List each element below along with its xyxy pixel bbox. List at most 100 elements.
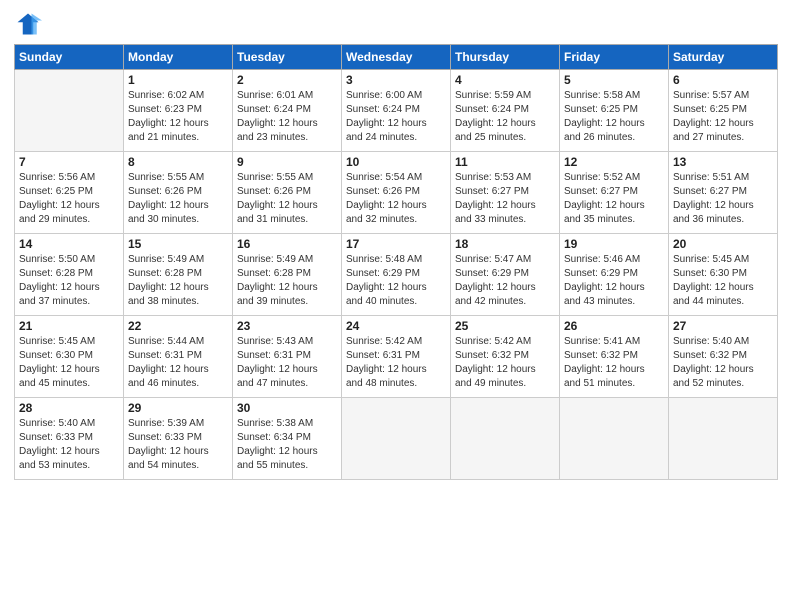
calendar-cell: 25 Sunrise: 5:42 AM Sunset: 6:32 PM Dayli…: [451, 316, 560, 398]
week-row-3: 14 Sunrise: 5:50 AM Sunset: 6:28 PM Dayli…: [15, 234, 778, 316]
day-info: Sunrise: 5:49 AM Sunset: 6:28 PM Dayligh…: [237, 253, 337, 309]
day-info: Sunrise: 5:47 AM Sunset: 6:29 PM Dayligh…: [455, 253, 555, 309]
week-row-5: 28 Sunrise: 5:40 AM Sunset: 6:33 PM Dayli…: [15, 398, 778, 480]
day-info: Sunrise: 6:01 AM Sunset: 6:24 PM Dayligh…: [237, 89, 337, 145]
day-info: Sunrise: 5:50 AM Sunset: 6:28 PM Dayligh…: [19, 253, 119, 309]
calendar-header-row: SundayMondayTuesdayWednesdayThursdayFrid…: [15, 45, 778, 70]
day-info: Sunrise: 5:51 AM Sunset: 6:27 PM Dayligh…: [673, 171, 773, 227]
day-number: 1: [128, 73, 228, 87]
day-number: 16: [237, 237, 337, 251]
calendar-cell: 5 Sunrise: 5:58 AM Sunset: 6:25 PM Daylig…: [560, 70, 669, 152]
day-info: Sunrise: 5:42 AM Sunset: 6:32 PM Dayligh…: [455, 335, 555, 391]
day-number: 25: [455, 319, 555, 333]
calendar-cell: 16 Sunrise: 5:49 AM Sunset: 6:28 PM Dayli…: [233, 234, 342, 316]
day-number: 22: [128, 319, 228, 333]
day-info: Sunrise: 5:48 AM Sunset: 6:29 PM Dayligh…: [346, 253, 446, 309]
calendar-cell: 12 Sunrise: 5:52 AM Sunset: 6:27 PM Dayli…: [560, 152, 669, 234]
day-number: 27: [673, 319, 773, 333]
calendar-cell: 30 Sunrise: 5:38 AM Sunset: 6:34 PM Dayli…: [233, 398, 342, 480]
day-header-monday: Monday: [124, 45, 233, 70]
day-number: 7: [19, 155, 119, 169]
day-info: Sunrise: 5:45 AM Sunset: 6:30 PM Dayligh…: [19, 335, 119, 391]
day-info: Sunrise: 5:46 AM Sunset: 6:29 PM Dayligh…: [564, 253, 664, 309]
calendar-cell: 20 Sunrise: 5:45 AM Sunset: 6:30 PM Dayli…: [669, 234, 778, 316]
day-info: Sunrise: 5:49 AM Sunset: 6:28 PM Dayligh…: [128, 253, 228, 309]
calendar-cell: 15 Sunrise: 5:49 AM Sunset: 6:28 PM Dayli…: [124, 234, 233, 316]
day-info: Sunrise: 5:40 AM Sunset: 6:32 PM Dayligh…: [673, 335, 773, 391]
day-info: Sunrise: 5:55 AM Sunset: 6:26 PM Dayligh…: [128, 171, 228, 227]
week-row-4: 21 Sunrise: 5:45 AM Sunset: 6:30 PM Dayli…: [15, 316, 778, 398]
day-header-saturday: Saturday: [669, 45, 778, 70]
calendar-cell: 9 Sunrise: 5:55 AM Sunset: 6:26 PM Daylig…: [233, 152, 342, 234]
calendar-cell: 10 Sunrise: 5:54 AM Sunset: 6:26 PM Dayli…: [342, 152, 451, 234]
calendar-cell: 19Sunrise: 5:46 AM Sunset: 6:29 PM Dayli…: [560, 234, 669, 316]
day-info: Sunrise: 6:02 AM Sunset: 6:23 PM Dayligh…: [128, 89, 228, 145]
day-number: 18: [455, 237, 555, 251]
calendar-cell: 2Sunrise: 6:01 AM Sunset: 6:24 PM Daylig…: [233, 70, 342, 152]
calendar-cell: 27 Sunrise: 5:40 AM Sunset: 6:32 PM Dayli…: [669, 316, 778, 398]
day-number: 28: [19, 401, 119, 415]
day-header-wednesday: Wednesday: [342, 45, 451, 70]
calendar-cell: 3Sunrise: 6:00 AM Sunset: 6:24 PM Daylig…: [342, 70, 451, 152]
calendar-cell: 18 Sunrise: 5:47 AM Sunset: 6:29 PM Dayli…: [451, 234, 560, 316]
week-row-2: 7 Sunrise: 5:56 AM Sunset: 6:25 PM Daylig…: [15, 152, 778, 234]
day-number: 23: [237, 319, 337, 333]
day-number: 12: [564, 155, 664, 169]
day-info: Sunrise: 5:45 AM Sunset: 6:30 PM Dayligh…: [673, 253, 773, 309]
day-info: Sunrise: 5:44 AM Sunset: 6:31 PM Dayligh…: [128, 335, 228, 391]
day-number: 11: [455, 155, 555, 169]
day-info: Sunrise: 5:56 AM Sunset: 6:25 PM Dayligh…: [19, 171, 119, 227]
calendar-cell: 23 Sunrise: 5:43 AM Sunset: 6:31 PM Dayli…: [233, 316, 342, 398]
day-info: Sunrise: 5:55 AM Sunset: 6:26 PM Dayligh…: [237, 171, 337, 227]
day-info: Sunrise: 5:54 AM Sunset: 6:26 PM Dayligh…: [346, 171, 446, 227]
week-row-1: 1 Sunrise: 6:02 AM Sunset: 6:23 PM Daylig…: [15, 70, 778, 152]
day-info: Sunrise: 6:00 AM Sunset: 6:24 PM Dayligh…: [346, 89, 446, 145]
day-number: 21: [19, 319, 119, 333]
calendar-cell: [342, 398, 451, 480]
day-info: Sunrise: 5:40 AM Sunset: 6:33 PM Dayligh…: [19, 417, 119, 473]
calendar-cell: 17 Sunrise: 5:48 AM Sunset: 6:29 PM Dayli…: [342, 234, 451, 316]
calendar-cell: 21 Sunrise: 5:45 AM Sunset: 6:30 PM Dayli…: [15, 316, 124, 398]
day-info: Sunrise: 5:59 AM Sunset: 6:24 PM Dayligh…: [455, 89, 555, 145]
day-number: 5: [564, 73, 664, 87]
day-header-tuesday: Tuesday: [233, 45, 342, 70]
calendar-cell: 14 Sunrise: 5:50 AM Sunset: 6:28 PM Dayli…: [15, 234, 124, 316]
day-number: 13: [673, 155, 773, 169]
day-number: 6: [673, 73, 773, 87]
calendar-cell: [669, 398, 778, 480]
calendar-cell: 24Sunrise: 5:42 AM Sunset: 6:31 PM Dayli…: [342, 316, 451, 398]
day-info: Sunrise: 5:58 AM Sunset: 6:25 PM Dayligh…: [564, 89, 664, 145]
day-number: 15: [128, 237, 228, 251]
calendar-cell: [560, 398, 669, 480]
day-number: 10: [346, 155, 446, 169]
day-info: Sunrise: 5:57 AM Sunset: 6:25 PM Dayligh…: [673, 89, 773, 145]
calendar-cell: 28 Sunrise: 5:40 AM Sunset: 6:33 PM Dayli…: [15, 398, 124, 480]
day-header-friday: Friday: [560, 45, 669, 70]
day-number: 17: [346, 237, 446, 251]
calendar-cell: 4 Sunrise: 5:59 AM Sunset: 6:24 PM Daylig…: [451, 70, 560, 152]
day-number: 4: [455, 73, 555, 87]
day-header-sunday: Sunday: [15, 45, 124, 70]
calendar-cell: 11 Sunrise: 5:53 AM Sunset: 6:27 PM Dayli…: [451, 152, 560, 234]
day-number: 9: [237, 155, 337, 169]
page: SundayMondayTuesdayWednesdayThursdayFrid…: [0, 0, 792, 612]
logo: [14, 10, 46, 38]
day-number: 8: [128, 155, 228, 169]
day-info: Sunrise: 5:52 AM Sunset: 6:27 PM Dayligh…: [564, 171, 664, 227]
day-info: Sunrise: 5:42 AM Sunset: 6:31 PM Dayligh…: [346, 335, 446, 391]
day-info: Sunrise: 5:38 AM Sunset: 6:34 PM Dayligh…: [237, 417, 337, 473]
calendar-cell: [15, 70, 124, 152]
calendar-table: SundayMondayTuesdayWednesdayThursdayFrid…: [14, 44, 778, 480]
day-number: 14: [19, 237, 119, 251]
day-info: Sunrise: 5:43 AM Sunset: 6:31 PM Dayligh…: [237, 335, 337, 391]
calendar-cell: 6 Sunrise: 5:57 AM Sunset: 6:25 PM Daylig…: [669, 70, 778, 152]
calendar-cell: 22 Sunrise: 5:44 AM Sunset: 6:31 PM Dayli…: [124, 316, 233, 398]
day-info: Sunrise: 5:53 AM Sunset: 6:27 PM Dayligh…: [455, 171, 555, 227]
calendar-cell: [451, 398, 560, 480]
day-info: Sunrise: 5:39 AM Sunset: 6:33 PM Dayligh…: [128, 417, 228, 473]
day-number: 30: [237, 401, 337, 415]
logo-icon: [14, 10, 42, 38]
day-number: 20: [673, 237, 773, 251]
calendar-cell: 13 Sunrise: 5:51 AM Sunset: 6:27 PM Dayli…: [669, 152, 778, 234]
calendar-cell: 8 Sunrise: 5:55 AM Sunset: 6:26 PM Daylig…: [124, 152, 233, 234]
